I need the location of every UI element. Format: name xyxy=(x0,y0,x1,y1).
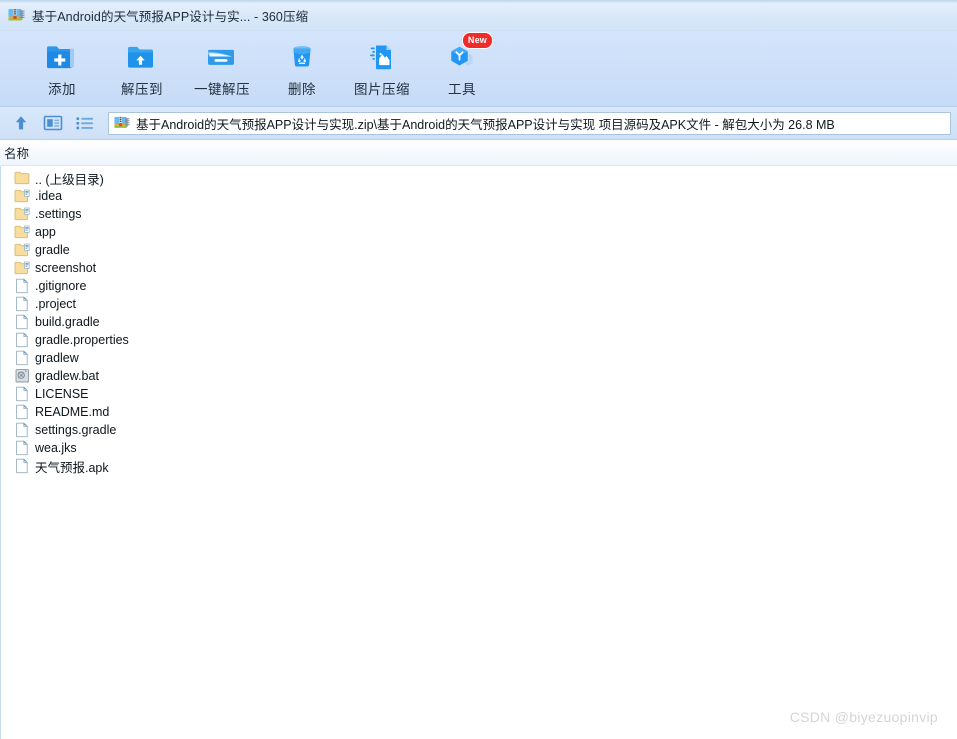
folder-icon xyxy=(14,206,31,222)
batch-file-icon xyxy=(14,368,31,384)
toolbar-button-tools[interactable]: New 工具 xyxy=(422,31,502,98)
toolbar-button-delete-label: 删除 xyxy=(288,82,316,97)
file-list-row-name: gradlew.bat xyxy=(35,369,99,383)
file-list-row[interactable]: gradle xyxy=(1,241,956,259)
file-list-row-name: gradlew xyxy=(35,351,79,365)
file-list-row-name: README.md xyxy=(35,405,110,419)
folder-extract-icon xyxy=(124,39,160,75)
file-list-row-name: build.gradle xyxy=(35,315,100,329)
file-list-row[interactable]: README.md xyxy=(1,403,956,421)
path-input[interactable]: 基于Android的天气预报APP设计与实现.zip\基于Android的天气预… xyxy=(108,111,951,135)
toolbar-button-image-compress[interactable]: 图片压缩 xyxy=(342,31,422,98)
toolbar-button-add[interactable]: 添加 xyxy=(22,31,102,98)
file-list-row[interactable]: .idea xyxy=(1,187,956,205)
up-arrow-icon[interactable] xyxy=(10,113,32,133)
file-list-row-name: .project xyxy=(35,297,76,311)
toolbar-button-extract-to[interactable]: 解压到 xyxy=(102,31,182,98)
tools-cube-icon xyxy=(444,39,480,75)
file-list-row-name: LICENSE xyxy=(35,387,89,401)
folder-icon xyxy=(14,242,31,258)
list-column-header: 名称 xyxy=(0,140,957,166)
file-list-row-name: gradle.properties xyxy=(35,333,129,347)
file-list-row-name: .. (上级目录) xyxy=(35,172,104,187)
file-list-row-name: screenshot xyxy=(35,261,97,275)
main-toolbar: 添加 解压到 一键解压 删除 图片压缩 New 工具 xyxy=(0,31,957,107)
file-list-row-name: 天气预报.apk xyxy=(35,460,109,475)
zip-archive-icon xyxy=(8,7,25,24)
folder-icon xyxy=(14,188,31,204)
file-icon xyxy=(14,278,31,294)
file-list-row[interactable]: gradlew xyxy=(1,349,956,367)
zip-archive-icon xyxy=(114,115,130,131)
file-icon xyxy=(14,458,31,474)
toolbar-button-image-compress-label: 图片压缩 xyxy=(354,82,410,97)
file-list-row-name: gradle xyxy=(35,243,70,257)
folder-add-icon xyxy=(44,39,80,75)
file-icon xyxy=(14,314,31,330)
file-icon xyxy=(14,404,31,420)
title-bar: 基于Android的天气预报APP设计与实... - 360压缩 xyxy=(0,0,957,31)
file-list-row[interactable]: app xyxy=(1,223,956,241)
toolbar-button-tools-label: 工具 xyxy=(448,82,476,97)
file-list-row-name: settings.gradle xyxy=(35,423,117,437)
path-text: 基于Android的天气预报APP设计与实现.zip\基于Android的天气预… xyxy=(136,117,835,132)
file-icon xyxy=(14,386,31,402)
file-icon xyxy=(14,440,31,456)
toolbar-button-add-label: 添加 xyxy=(48,82,76,97)
preview-pane-icon[interactable] xyxy=(42,113,64,133)
folder-icon xyxy=(14,260,31,276)
file-list-row-name: wea.jks xyxy=(35,441,77,455)
app-window: 基于Android的天气预报APP设计与实... - 360压缩 添加 解压到 … xyxy=(0,0,957,739)
file-list-row[interactable]: gradle.properties xyxy=(1,331,956,349)
file-list-row[interactable]: 天气预报.apk xyxy=(1,457,956,475)
file-list-row[interactable]: LICENSE xyxy=(1,385,956,403)
window-title: 基于Android的天气预报APP设计与实... - 360压缩 xyxy=(32,9,309,24)
recycle-bin-icon xyxy=(284,39,320,75)
list-view-icon[interactable] xyxy=(74,113,96,133)
file-list-row-name: .idea xyxy=(35,189,63,203)
file-icon xyxy=(14,350,31,366)
folder-oneclick-icon xyxy=(204,39,240,75)
column-header-name[interactable]: 名称 xyxy=(0,143,29,162)
path-bar: 基于Android的天气预报APP设计与实现.zip\基于Android的天气预… xyxy=(0,107,957,140)
toolbar-button-delete[interactable]: 删除 xyxy=(262,31,342,98)
image-compress-icon xyxy=(364,39,400,75)
file-list-row[interactable]: gradlew.bat xyxy=(1,367,956,385)
file-list-row[interactable]: screenshot xyxy=(1,259,956,277)
file-list-row-name: app xyxy=(35,225,56,239)
file-icon xyxy=(14,422,31,438)
file-list-row-name: .gitignore xyxy=(35,279,87,293)
file-list-row[interactable]: wea.jks xyxy=(1,439,956,457)
file-icon xyxy=(14,332,31,348)
file-list-row[interactable]: build.gradle xyxy=(1,313,956,331)
file-list-row[interactable]: .project xyxy=(1,295,956,313)
toolbar-button-extract-to-label: 解压到 xyxy=(121,82,163,97)
folder-icon xyxy=(14,224,31,240)
toolbar-button-oneclick-extract-label: 一键解压 xyxy=(194,82,250,97)
file-list-row[interactable]: settings.gradle xyxy=(1,421,956,439)
file-list-row[interactable]: .gitignore xyxy=(1,277,956,295)
toolbar-button-oneclick-extract[interactable]: 一键解压 xyxy=(182,31,262,98)
file-icon xyxy=(14,296,31,312)
folder-plain-icon xyxy=(14,170,31,186)
file-list-row-name: .settings xyxy=(35,207,82,221)
file-list[interactable]: .. (上级目录) .idea .settings app gradle screensh… xyxy=(0,166,957,739)
file-list-row[interactable]: .. (上级目录) xyxy=(1,169,956,187)
file-list-row[interactable]: .settings xyxy=(1,205,956,223)
